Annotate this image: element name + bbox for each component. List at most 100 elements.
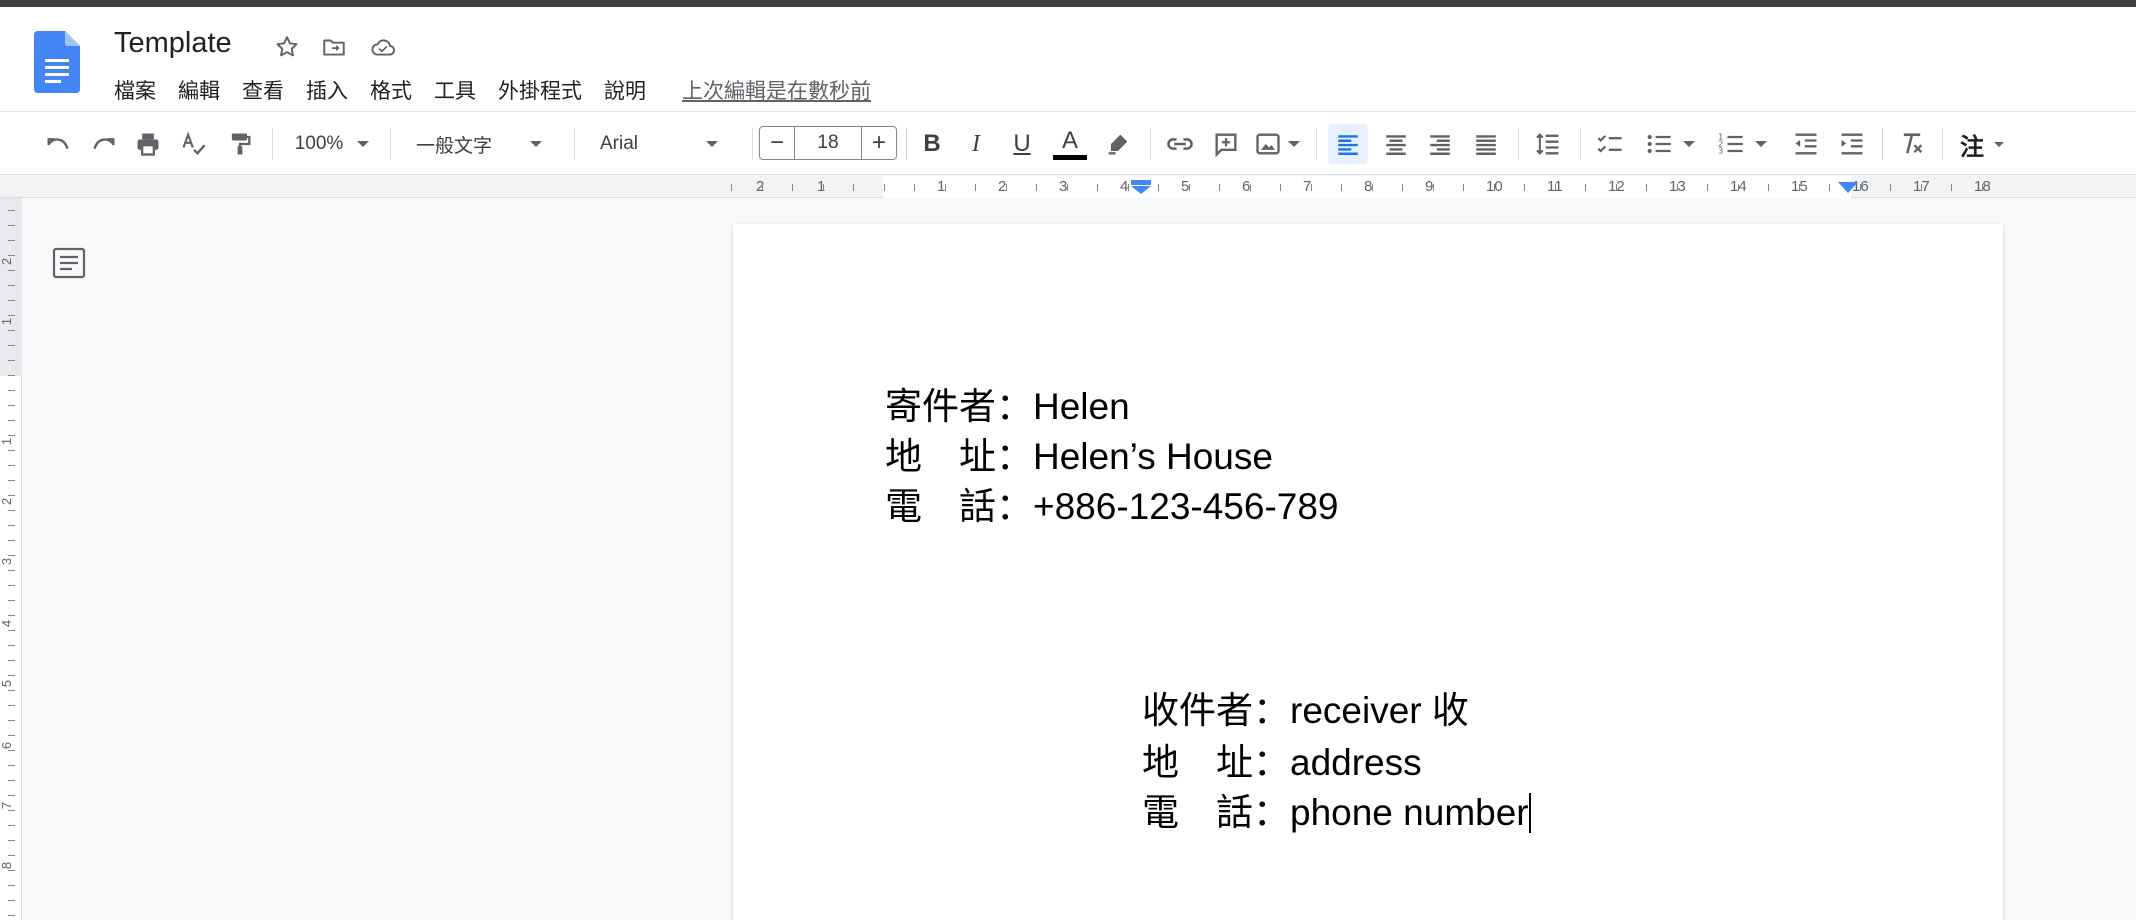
font-select[interactable]: Arial bbox=[592, 124, 744, 164]
ruler-tick bbox=[853, 184, 854, 191]
ruler-tick bbox=[8, 855, 15, 856]
ruler-tick bbox=[1768, 184, 1769, 191]
menu-tools[interactable]: 工具 bbox=[434, 71, 476, 109]
receiver-line[interactable]: 收件者：receiver 收 bbox=[1142, 680, 1469, 734]
chevron-down-icon bbox=[706, 141, 719, 147]
receiver-phone-label: 電 話： bbox=[1142, 791, 1290, 834]
toolbar-separator bbox=[1518, 128, 1519, 160]
ruler-tick bbox=[8, 405, 15, 406]
zoom-value: 100% bbox=[294, 133, 344, 154]
paragraph-style-select[interactable]: 一般文字 bbox=[408, 124, 558, 164]
menu-file[interactable]: 檔案 bbox=[114, 71, 156, 109]
decrease-font-size-button[interactable]: − bbox=[759, 126, 795, 160]
redo-icon[interactable] bbox=[86, 124, 122, 164]
document-page[interactable]: 寄件者：Helen 地 址：Helen’s House 電 話：+886-123… bbox=[733, 224, 2003, 920]
paragraph-style-value: 一般文字 bbox=[416, 134, 493, 157]
header: Template 檔案 編輯 查看 插入 格式 工具 外掛程式 說明 上次編輯是… bbox=[0, 7, 2136, 111]
numbered-list-icon[interactable]: 123 bbox=[1712, 124, 1772, 164]
right-indent-marker-icon[interactable] bbox=[1837, 182, 1859, 194]
ruler-tick bbox=[1738, 184, 1739, 191]
menu-edit[interactable]: 編輯 bbox=[178, 71, 220, 109]
ruler-tick bbox=[8, 270, 15, 271]
ruler-tick bbox=[1921, 184, 1922, 191]
insert-image-icon[interactable] bbox=[1252, 124, 1302, 164]
ruler-tick bbox=[8, 750, 15, 751]
docs-logo-icon[interactable] bbox=[34, 31, 80, 93]
input-tools-button[interactable]: 注 bbox=[1952, 124, 2012, 164]
sender-line[interactable]: 電 話：+886-123-456-789 bbox=[885, 476, 1339, 530]
chevron-down-icon bbox=[1683, 141, 1695, 147]
decrease-indent-icon[interactable] bbox=[1786, 124, 1826, 164]
ruler-tick bbox=[1036, 184, 1037, 191]
toolbar-separator bbox=[390, 128, 391, 160]
horizontal-ruler[interactable]: 21123456789101112131415161718 bbox=[0, 176, 2136, 198]
ruler-tick bbox=[1951, 184, 1952, 191]
align-right-icon[interactable] bbox=[1420, 124, 1460, 164]
bold-button[interactable]: B bbox=[914, 124, 950, 164]
ruler-tick bbox=[8, 375, 15, 376]
ruler-tick bbox=[8, 420, 15, 421]
receiver-address-label: 地 址： bbox=[1142, 741, 1290, 784]
sender-line[interactable]: 地 址：Helen’s House bbox=[885, 426, 1273, 480]
ruler-tick bbox=[1402, 184, 1403, 191]
ruler-tick bbox=[1128, 184, 1129, 191]
document-outline-icon[interactable] bbox=[52, 246, 86, 280]
receiver-line[interactable]: 地 址：address bbox=[1142, 732, 1422, 786]
align-left-icon[interactable] bbox=[1328, 124, 1368, 164]
sender-address-value: Helen’s House bbox=[1033, 436, 1273, 477]
toolbar-separator bbox=[752, 128, 753, 160]
checklist-icon[interactable] bbox=[1590, 124, 1630, 164]
align-center-icon[interactable] bbox=[1376, 124, 1416, 164]
paint-format-icon[interactable] bbox=[222, 124, 258, 164]
italic-button[interactable]: I bbox=[958, 124, 994, 164]
link-icon[interactable] bbox=[1162, 124, 1198, 164]
line-spacing-icon[interactable] bbox=[1528, 124, 1568, 164]
highlight-icon[interactable] bbox=[1100, 124, 1136, 164]
ruler-tick bbox=[8, 690, 15, 691]
menu-help[interactable]: 說明 bbox=[604, 71, 646, 109]
add-comment-icon[interactable] bbox=[1208, 124, 1244, 164]
sender-phone-value: +886-123-456-789 bbox=[1033, 486, 1339, 527]
zoom-select[interactable]: 100% bbox=[288, 124, 376, 164]
ruler-tick bbox=[792, 184, 793, 191]
toolbar: 100% 一般文字 Arial − 18 + B I U A 1 2 3 注 bbox=[0, 111, 2136, 175]
ruler-tick bbox=[8, 330, 15, 331]
last-edit-link[interactable]: 上次編輯是在數秒前 bbox=[682, 71, 871, 109]
ruler-tick bbox=[1372, 184, 1373, 191]
document-title[interactable]: Template bbox=[114, 27, 232, 60]
vertical-ruler[interactable]: 2 1 1 2 3 4 5 6 7 8 bbox=[0, 198, 22, 920]
toolbar-separator bbox=[1316, 128, 1317, 160]
undo-icon[interactable] bbox=[40, 124, 76, 164]
toolbar-separator bbox=[906, 128, 907, 160]
receiver-line[interactable]: 電 話：phone number bbox=[1142, 782, 1531, 836]
font-size-input[interactable]: 18 bbox=[795, 126, 861, 160]
underline-button[interactable]: U bbox=[1004, 124, 1040, 164]
bulleted-list-icon[interactable] bbox=[1640, 124, 1700, 164]
sender-line[interactable]: 寄件者：Helen bbox=[885, 376, 1130, 430]
print-icon[interactable] bbox=[130, 124, 166, 164]
chevron-down-icon bbox=[530, 141, 543, 147]
move-folder-icon[interactable] bbox=[318, 31, 350, 63]
ruler-label: 1 bbox=[0, 437, 15, 446]
spellcheck-icon[interactable] bbox=[176, 124, 212, 164]
ruler-tick bbox=[1890, 184, 1891, 191]
ruler-tick bbox=[1158, 184, 1159, 191]
ruler-tick bbox=[1280, 184, 1281, 191]
left-indent-marker-icon[interactable] bbox=[1130, 180, 1152, 194]
menu-format[interactable]: 格式 bbox=[370, 71, 412, 109]
toolbar-separator bbox=[1942, 128, 1943, 160]
text-color-button[interactable]: A bbox=[1050, 124, 1090, 164]
menu-view[interactable]: 查看 bbox=[242, 71, 284, 109]
ruler-tick bbox=[1555, 184, 1556, 191]
increase-indent-icon[interactable] bbox=[1832, 124, 1872, 164]
menu-insert[interactable]: 插入 bbox=[306, 71, 348, 109]
ruler-tick bbox=[1982, 184, 1983, 191]
justify-icon[interactable] bbox=[1466, 124, 1506, 164]
cloud-saved-icon[interactable] bbox=[367, 31, 399, 63]
star-icon[interactable] bbox=[271, 31, 303, 63]
clear-formatting-icon[interactable] bbox=[1892, 124, 1932, 164]
ruler-tick bbox=[8, 795, 15, 796]
menu-addons[interactable]: 外掛程式 bbox=[498, 71, 582, 109]
ruler-tick bbox=[1646, 184, 1647, 191]
increase-font-size-button[interactable]: + bbox=[861, 126, 897, 160]
